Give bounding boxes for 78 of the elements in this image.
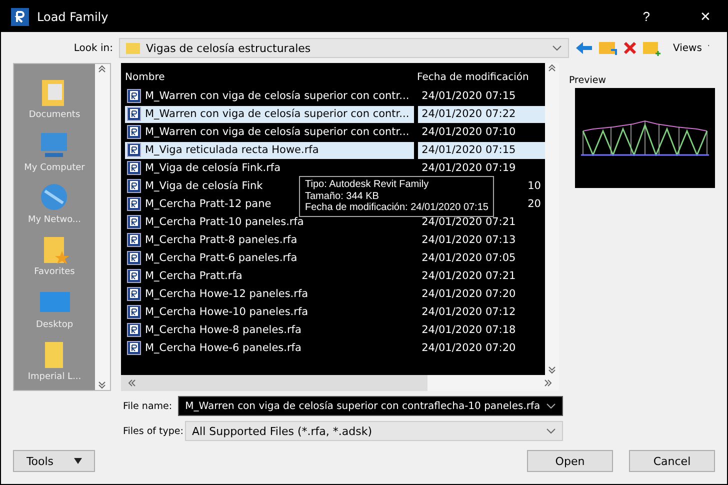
revit-file-icon [127, 179, 141, 193]
date-cell: 24/01/2020 07:22 [418, 106, 545, 122]
file-name-cell[interactable]: M_Viga de celosía Fink [125, 178, 263, 194]
chevron-down-icon [546, 403, 556, 409]
date-cell-text: 24/01/2020 07:18 [420, 323, 517, 338]
scroll-left-icon[interactable] [127, 378, 136, 388]
revit-file-icon [127, 341, 141, 355]
date-cell-text: 24/01/2020 07:15 [420, 89, 517, 104]
tools-button[interactable]: Tools [13, 450, 95, 472]
date-cell-text: 24/01/2020 07:19 [420, 161, 517, 176]
views-button[interactable]: Views [667, 39, 715, 57]
revit-logo-icon [11, 8, 29, 26]
window-title: Load Family [37, 10, 110, 24]
close-button[interactable]: ✕ [694, 9, 717, 24]
revit-file-icon [127, 305, 141, 319]
revit-file-icon [127, 269, 141, 283]
delete-icon[interactable] [623, 41, 637, 55]
revit-file-icon [127, 287, 141, 301]
column-header[interactable]: Nombre [125, 72, 417, 82]
look-in-dropdown[interactable]: Vigas de celosía estructurales [119, 38, 569, 58]
date-cell-text: 24/01/2020 07:10 [420, 125, 517, 140]
revit-file-icon [127, 233, 141, 247]
file-name-cell[interactable]: M_Warren con viga de celosía superior con contr... [125, 88, 414, 104]
file-name-cell[interactable]: M_Cercha Pratt.rfa [125, 268, 414, 284]
date-cell-text: 20 [526, 197, 542, 212]
revit-file-icon [127, 161, 141, 175]
revit-file-icon [127, 107, 141, 121]
file-name-cell[interactable]: M_Cercha Pratt-6 paneles.rfa [125, 250, 414, 266]
revit-file-icon [127, 251, 141, 265]
file-name-cell[interactable]: M_Viga reticulada recta Howe.rfa [125, 142, 414, 158]
date-cell-text: 24/01/2020 07:21 [420, 215, 517, 230]
tooltip-line: Tipo: Autodesk Revit Family [305, 179, 430, 190]
new-folder-icon[interactable] [643, 40, 661, 56]
scroll-up-icon[interactable] [548, 63, 556, 72]
date-cell-text: 24/01/2020 07:20 [420, 287, 517, 302]
file-name-cell[interactable]: M_Cercha Howe-10 paneles.rfa [125, 304, 414, 320]
open-button[interactable]: Open [527, 450, 613, 472]
help-button[interactable]: ? [636, 9, 656, 24]
file-name-cell[interactable]: M_Cercha Howe-12 paneles.rfa [125, 286, 414, 302]
date-cell-text: 24/01/2020 07:13 [420, 233, 517, 248]
date-cell-text: 24/01/2020 07:12 [420, 305, 517, 320]
file-name-cell[interactable]: M_Cercha Pratt-8 paneles.rfa [125, 232, 414, 248]
scroll-down-icon[interactable] [548, 366, 556, 375]
look-in-label: Look in: [72, 42, 113, 54]
revit-file-icon [127, 197, 141, 211]
file-name-cell[interactable]: M_Cercha Pratt-10 paneles.rfa [125, 214, 414, 230]
chevron-down-icon [552, 45, 562, 51]
file-name-label: File name: [123, 400, 172, 412]
back-arrow-icon[interactable] [575, 41, 593, 55]
file-type-dropdown[interactable]: All Supported Files (*.rfa, *.adsk) [185, 421, 563, 441]
revit-file-icon [127, 89, 141, 103]
cancel-button[interactable]: Cancel [629, 450, 715, 472]
date-cell: 24/01/2020 07:15 [418, 142, 545, 158]
scroll-right-icon[interactable] [544, 378, 553, 388]
file-name-cell[interactable]: M_Warren con viga de celosía superior con contr... [125, 124, 414, 140]
revit-file-icon [127, 143, 141, 157]
file-name-cell[interactable]: M_Cercha Pratt-12 pane [125, 196, 272, 212]
scroll-down-icon[interactable] [98, 381, 107, 390]
date-cell-text: 24/01/2020 07:05 [420, 251, 517, 266]
revit-file-icon [127, 215, 141, 229]
scroll-up-icon[interactable] [98, 64, 107, 73]
file-name-cell[interactable]: M_Viga de celosía Fink.rfa [125, 160, 414, 176]
revit-file-icon [127, 125, 141, 139]
file-name-cell[interactable]: M_Cercha Howe-8 paneles.rfa [125, 322, 414, 338]
file-name-cell[interactable]: M_Warren con viga de celosía superior con contr... [125, 106, 414, 122]
file-name-field[interactable]: M_Warren con viga de celosía superior con contraflecha-10 paneles.rfa [178, 396, 564, 416]
date-cell-text: 10 [526, 179, 542, 194]
tooltip-line: Tamaño: 344 KB [305, 190, 380, 202]
revit-file-icon [127, 323, 141, 337]
tooltip-line: Fecha de modificación: 24/01/2020 07:15 [305, 202, 488, 214]
folder-up-icon[interactable] [599, 40, 617, 56]
date-cell-text: 24/01/2020 07:20 [420, 341, 517, 356]
column-header[interactable]: Fecha de modificación [417, 72, 529, 82]
chevron-down-icon [546, 428, 556, 434]
date-cell-text: 24/01/2020 07:21 [420, 269, 517, 284]
preview-label: Preview [569, 75, 606, 86]
file-name-cell[interactable]: M_Cercha Howe-6 paneles.rfa [125, 340, 414, 356]
folder-icon [126, 42, 140, 54]
